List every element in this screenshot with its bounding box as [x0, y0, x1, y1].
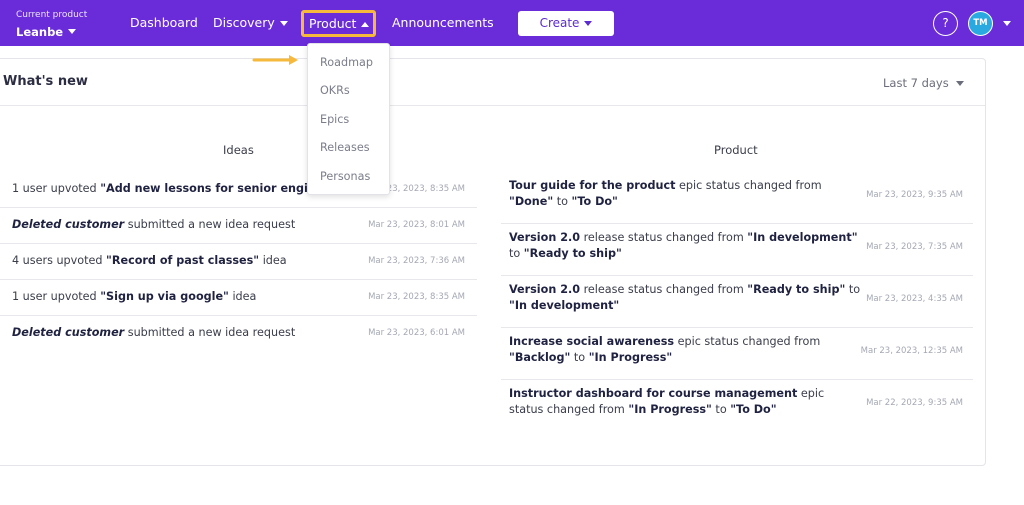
chevron-down-icon — [584, 21, 593, 26]
product-activity-text: Version 2.0 release status changed from … — [509, 282, 861, 314]
idea-date: Mar 23, 2023, 8:01 AM — [368, 220, 465, 230]
idea-post: submitted a new idea request — [124, 326, 296, 339]
activity-to-word: to — [570, 351, 589, 364]
panel-title: What's new — [3, 74, 88, 89]
idea-post: idea — [259, 254, 287, 267]
idea-text: 1 user upvoted "Add new lessons for seni… — [12, 182, 312, 195]
activity-to: "To Do" — [730, 403, 777, 416]
idea-subject: "Record of past classes" — [106, 254, 260, 267]
chevron-down-icon[interactable] — [1003, 21, 1011, 26]
nav-discovery[interactable]: Discovery — [213, 0, 288, 46]
idea-date: Mar 23, 2023, 8:35 AM — [368, 292, 465, 302]
top-navbar: Current product Leanbe Dashboard Discove… — [0, 0, 1024, 46]
idea-date: Mar 23, 2023, 7:36 AM — [368, 256, 465, 266]
product-selector-caption: Current product — [16, 10, 88, 20]
idea-row[interactable]: 1 user upvoted "Sign up via google" idea… — [0, 280, 477, 316]
product-activity-date: Mar 23, 2023, 4:35 AM — [866, 294, 963, 304]
activity-to: "In development" — [509, 299, 620, 312]
idea-text: 4 users upvoted "Record of past classes"… — [12, 254, 312, 267]
activity-item: Version 2.0 — [509, 231, 581, 244]
activity-to-word: to — [509, 247, 524, 260]
menu-item-roadmap[interactable]: Roadmap — [320, 56, 373, 69]
activity-from: "In Progress" — [628, 403, 712, 416]
activity-item: Instructor dashboard for course manageme… — [509, 387, 798, 400]
idea-subject: Deleted customer — [12, 326, 125, 339]
activity-to: "To Do" — [571, 195, 618, 208]
idea-row[interactable]: Deleted customer submitted a new idea re… — [0, 208, 477, 244]
nav-product[interactable]: Product — [301, 10, 376, 37]
help-icon[interactable]: ? — [933, 11, 958, 36]
idea-text: Deleted customer submitted a new idea re… — [12, 326, 312, 339]
idea-pre: 1 user upvoted — [12, 290, 101, 303]
activity-verb: release status changed from — [580, 231, 748, 244]
activity-to: "In Progress" — [588, 351, 673, 364]
product-activity-row[interactable]: Tour guide for the product epic status c… — [501, 172, 973, 224]
product-selector[interactable]: Current product Leanbe — [16, 9, 87, 40]
create-button-label: Create — [539, 16, 580, 30]
nav-product-label: Product — [309, 16, 357, 31]
idea-row[interactable]: Deleted customer submitted a new idea re… — [0, 316, 477, 352]
idea-subject: "Add new lessons for senior engineers" — [100, 182, 312, 195]
product-activity-date: Mar 23, 2023, 7:35 AM — [866, 242, 963, 252]
activity-to: "Ready to ship" — [523, 247, 622, 260]
product-activity-date: Mar 22, 2023, 9:35 AM — [866, 398, 963, 408]
activity-from: "In development" — [747, 231, 858, 244]
nav-dashboard[interactable]: Dashboard — [130, 0, 198, 46]
activity-verb: epic status changed from — [675, 179, 822, 192]
panel-header: What's new Last 7 days — [0, 59, 985, 106]
menu-item-epics[interactable]: Epics — [320, 113, 349, 126]
product-activity-text: Increase social awareness epic status ch… — [509, 334, 861, 366]
product-activity-row[interactable]: Increase social awareness epic status ch… — [501, 328, 973, 380]
activity-to-word: to — [845, 283, 861, 296]
idea-text: 1 user upvoted "Sign up via google" idea — [12, 290, 312, 303]
idea-date: Mar 23, 2023, 6:01 AM — [368, 328, 465, 338]
chevron-down-icon — [68, 29, 77, 34]
product-activity-date: Mar 23, 2023, 9:35 AM — [866, 190, 963, 200]
chevron-down-icon — [279, 21, 288, 26]
product-activity-row[interactable]: Version 2.0 release status changed from … — [501, 224, 973, 276]
product-activity-row[interactable]: Instructor dashboard for course manageme… — [501, 380, 973, 432]
product-activity-row[interactable]: Version 2.0 release status changed from … — [501, 276, 973, 328]
chevron-up-icon — [361, 22, 370, 27]
create-button[interactable]: Create — [518, 11, 614, 36]
activity-from: "Ready to ship" — [747, 283, 846, 296]
idea-subject: "Sign up via google" — [100, 290, 229, 303]
avatar[interactable]: TM — [968, 11, 993, 36]
activity-item: Version 2.0 — [509, 283, 581, 296]
whats-new-panel: What's new Last 7 days Ideas Product 1 u… — [0, 58, 986, 466]
activity-from: "Backlog" — [509, 351, 571, 364]
date-range-label: Last 7 days — [883, 76, 949, 90]
nav-announcements[interactable]: Announcements — [392, 0, 494, 46]
activity-to-word: to — [553, 195, 572, 208]
product-activity-text: Instructor dashboard for course manageme… — [509, 386, 861, 418]
activity-to-word: to — [711, 403, 731, 416]
idea-post: submitted a new idea request — [124, 218, 296, 231]
product-activity-date: Mar 23, 2023, 12:35 AM — [860, 346, 963, 356]
arrow-right-icon — [252, 55, 298, 65]
product-selector-name: Leanbe — [16, 25, 64, 39]
ideas-column-title: Ideas — [223, 143, 254, 157]
menu-item-okrs[interactable]: OKRs — [320, 84, 350, 97]
idea-subject: Deleted customer — [12, 218, 125, 231]
activity-verb: epic status changed from — [674, 335, 821, 348]
idea-post: idea — [228, 290, 257, 303]
date-range-select[interactable]: Last 7 days — [883, 76, 964, 90]
activity-from: "Done" — [509, 195, 554, 208]
product-activity-text: Tour guide for the product epic status c… — [509, 178, 861, 210]
chevron-down-icon — [955, 81, 964, 86]
activity-item: Increase social awareness — [509, 335, 675, 348]
nav-discovery-label: Discovery — [213, 15, 275, 30]
menu-item-personas[interactable]: Personas — [320, 170, 370, 183]
idea-pre: 4 users upvoted — [12, 254, 107, 267]
idea-row[interactable]: 4 users upvoted "Record of past classes"… — [0, 244, 477, 280]
product-column-title: Product — [714, 143, 758, 157]
product-activity-text: Version 2.0 release status changed from … — [509, 230, 861, 262]
idea-text: Deleted customer submitted a new idea re… — [12, 218, 312, 231]
activity-verb: release status changed from — [580, 283, 748, 296]
idea-pre: 1 user upvoted — [12, 182, 101, 195]
idea-row[interactable]: 1 user upvoted "Add new lessons for seni… — [0, 172, 477, 208]
product-dropdown-menu: Roadmap OKRs Epics Releases Personas — [307, 43, 390, 195]
menu-item-releases[interactable]: Releases — [320, 141, 370, 154]
activity-item: Tour guide for the product — [509, 179, 676, 192]
